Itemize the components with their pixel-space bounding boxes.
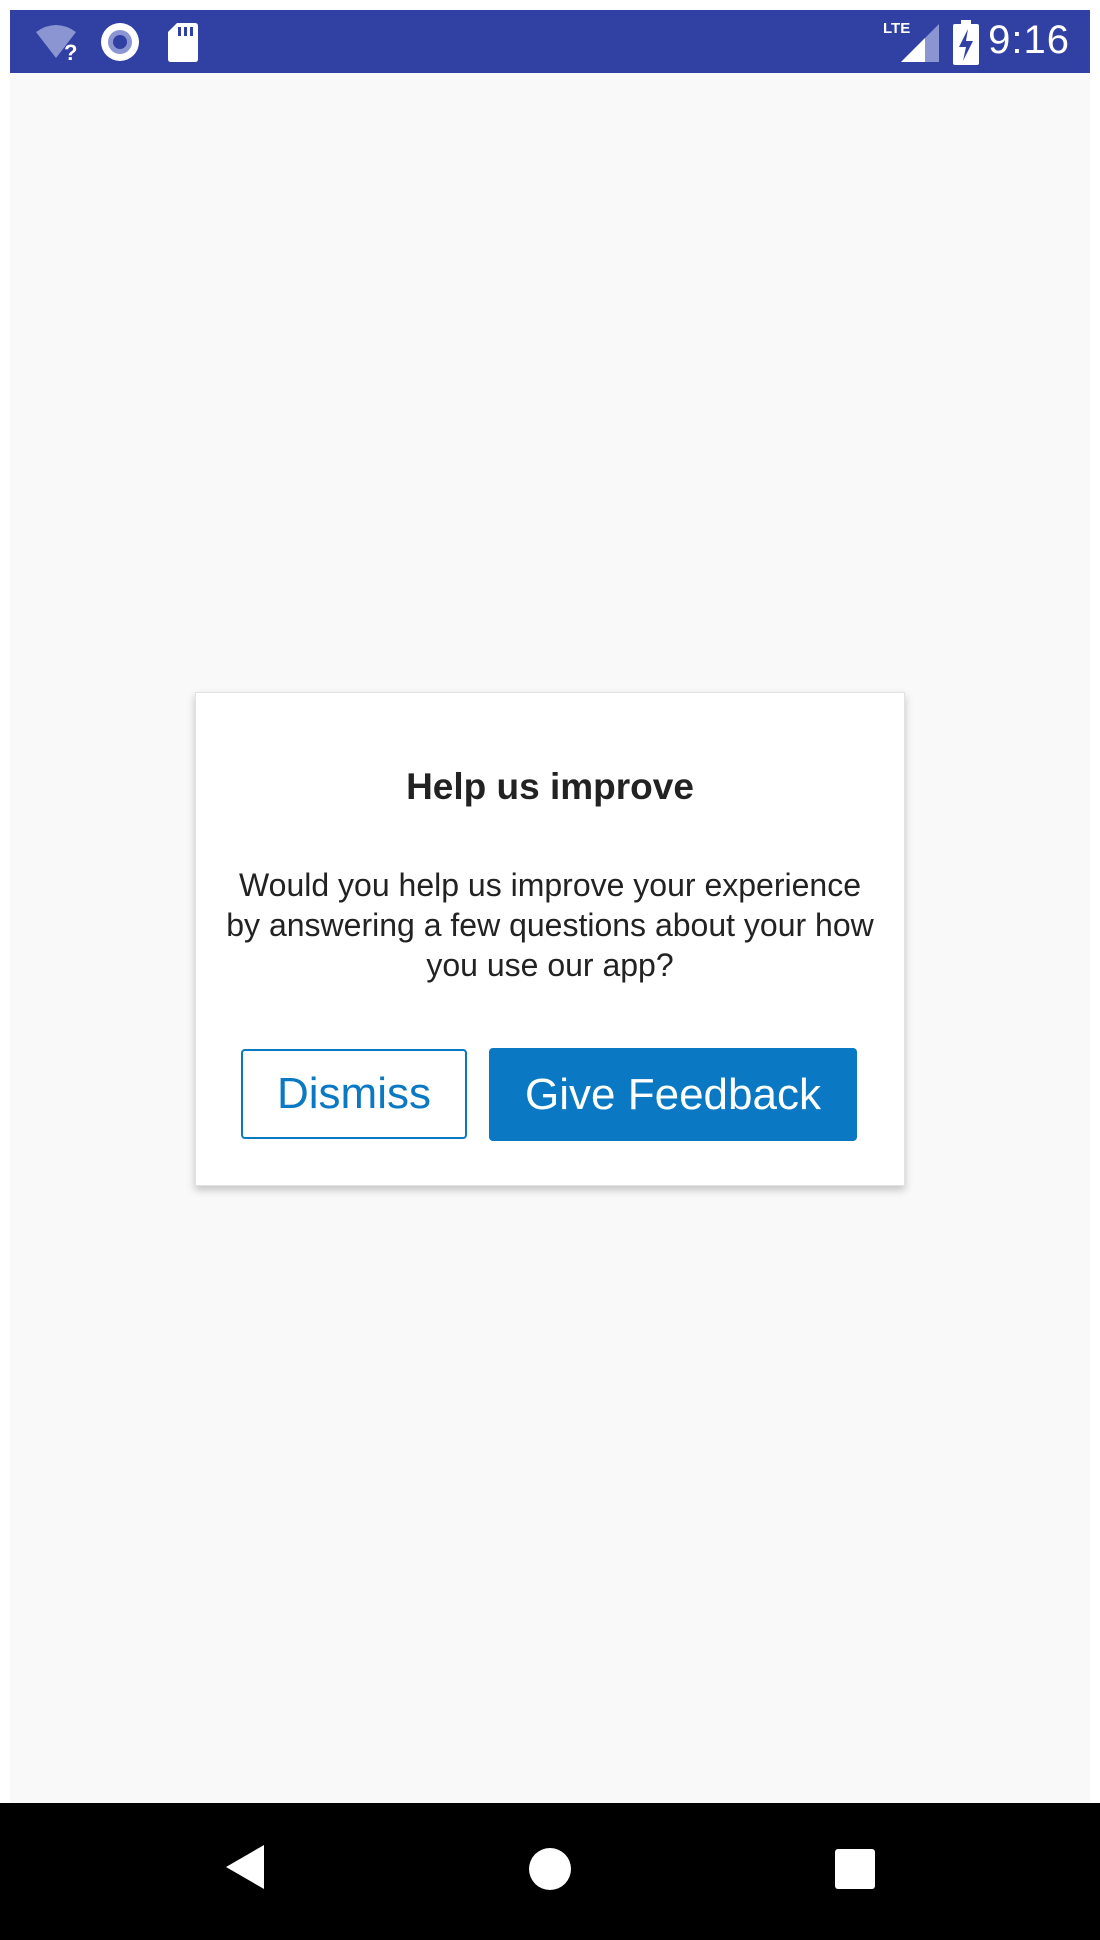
feedback-dialog: Help us improve Would you help us improv… [195, 692, 905, 1186]
battery-charging-icon [952, 20, 980, 71]
sd-card-icon [167, 21, 199, 68]
back-icon[interactable] [222, 1843, 268, 1896]
record-icon [100, 22, 140, 67]
network-type-label: LTE [883, 20, 911, 37]
give-feedback-button[interactable]: Give Feedback [489, 1048, 857, 1141]
navigation-bar [0, 1803, 1100, 1940]
recents-icon[interactable] [834, 1848, 876, 1895]
dismiss-button[interactable]: Dismiss [241, 1049, 467, 1139]
status-bar: ? LTE 9:16 [10, 10, 1090, 73]
screen: ? LTE 9:16 Help us improve Would you hel… [0, 0, 1100, 1940]
home-icon[interactable] [528, 1847, 572, 1896]
content-area: Help us improve Would you help us improv… [10, 73, 1090, 1803]
status-time: 9:16 [988, 18, 1070, 62]
wifi-unknown-icon: ? [34, 22, 82, 67]
dialog-title: Help us improve [406, 766, 694, 807]
dialog-message: Would you help us improve your experienc… [226, 867, 874, 983]
svg-text:?: ? [64, 40, 77, 62]
